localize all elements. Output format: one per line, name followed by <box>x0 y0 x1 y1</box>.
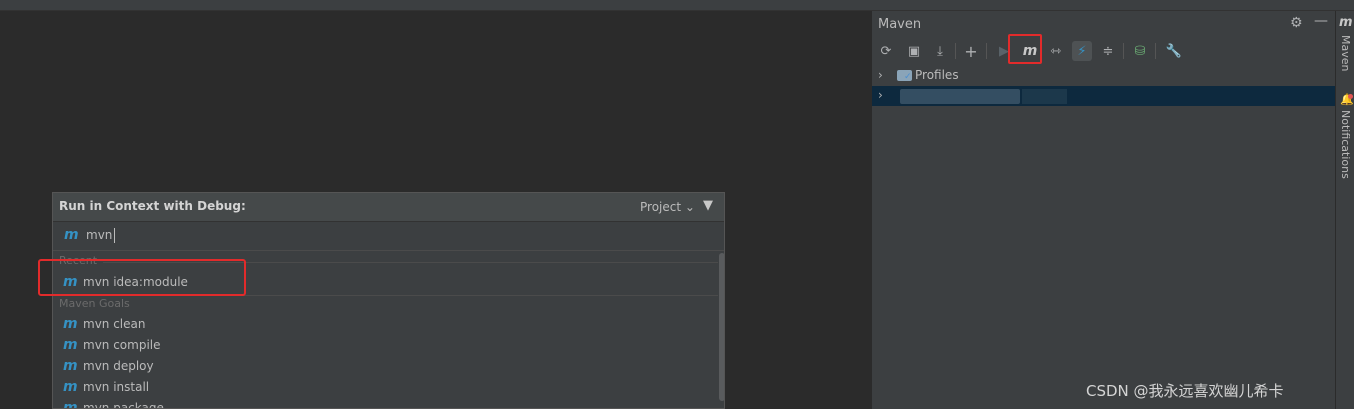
redacted-project-name <box>900 89 1020 104</box>
list-item[interactable]: m mvn deploy <box>53 356 718 377</box>
maven-icon: m <box>63 400 78 409</box>
recent-item-highlight <box>38 259 246 296</box>
toolbar-separator <box>955 43 956 59</box>
text-caret <box>114 228 115 243</box>
maven-stripe-icon[interactable]: m <box>1339 15 1353 30</box>
download-icon[interactable]: ⤓ <box>930 41 950 61</box>
collapse-all-icon[interactable]: ≑ <box>1098 41 1118 61</box>
toolbar-separator <box>1123 43 1124 59</box>
list-item-label: mvn install <box>83 380 150 394</box>
execute-goal-highlight <box>1008 34 1042 64</box>
settings-wrench-icon[interactable]: 🔧 <box>1164 41 1184 61</box>
command-input[interactable]: m mvn <box>53 222 724 251</box>
maven-icon: m <box>63 358 78 374</box>
section-maven-goals: Maven Goals <box>59 297 130 310</box>
toolbar-separator <box>986 43 987 59</box>
popup-header: Run in Context with Debug: Project ⌄ ▼ <box>53 193 724 222</box>
skip-tests-icon[interactable]: ⚡ <box>1072 41 1092 61</box>
list-item-label: mvn deploy <box>83 359 154 373</box>
top-toolbar <box>0 0 1354 11</box>
chevron-right-icon[interactable]: › <box>878 68 883 82</box>
maven-header: Maven ⚙ — <box>872 11 1336 37</box>
list-item[interactable]: m mvn clean <box>53 314 718 335</box>
watermark: CSDN @我永远喜欢幽儿希卡 <box>1086 382 1284 400</box>
gear-icon[interactable]: ⚙ <box>1290 15 1303 31</box>
redacted-project-name <box>1022 89 1067 104</box>
toolbar-separator <box>1155 43 1156 59</box>
maven-toolbar: ⟳ ▣ ⤓ + ▶ m ⇿ ⚡ ≑ ⛁ 🔧 <box>872 39 1336 65</box>
notifications-stripe-tab[interactable]: Notifications <box>1339 110 1352 179</box>
list-item-label: mvn compile <box>83 338 161 352</box>
filter-icon[interactable]: ▼ <box>703 198 713 213</box>
reload-icon[interactable]: ⟳ <box>876 41 896 61</box>
list-item-label: mvn package <box>83 401 164 409</box>
list-item[interactable]: m mvn package <box>53 398 718 409</box>
profiles-label: Profiles <box>915 68 959 82</box>
tree-row-project[interactable]: › <box>872 86 1336 106</box>
toggle-offline-icon[interactable]: ⇿ <box>1046 41 1066 61</box>
chevron-right-icon[interactable]: › <box>878 88 883 102</box>
maven-icon: m <box>63 337 78 353</box>
maven-stripe-tab[interactable]: Maven <box>1339 35 1352 71</box>
profiles-folder-icon: ✓ <box>897 70 912 82</box>
list-scrollbar[interactable] <box>718 251 724 408</box>
minimize-icon[interactable]: — <box>1314 13 1328 29</box>
tree-row-profiles[interactable]: › ✓ Profiles <box>872 66 1336 86</box>
scope-dropdown[interactable]: Project ⌄ <box>640 200 695 214</box>
maven-icon: m <box>64 227 79 243</box>
maven-icon: m <box>63 379 78 395</box>
maven-title: Maven <box>878 17 922 32</box>
right-tool-stripe: m Maven 🔔 Notifications <box>1335 11 1354 409</box>
show-dependencies-icon[interactable]: ⛁ <box>1130 41 1150 61</box>
scrollbar-thumb[interactable] <box>719 253 724 401</box>
notification-dot <box>1348 94 1353 99</box>
list-item[interactable]: m mvn compile <box>53 335 718 356</box>
add-sources-icon[interactable]: ▣ <box>904 41 924 61</box>
list-item[interactable]: m mvn install <box>53 377 718 398</box>
maven-tool-window: Maven ⚙ — ⟳ ▣ ⤓ + ▶ m ⇿ ⚡ ≑ ⛁ 🔧 › ✓ Prof… <box>871 11 1336 409</box>
run-anything-popup: Run in Context with Debug: Project ⌄ ▼ m… <box>52 192 725 409</box>
maven-icon: m <box>63 316 78 332</box>
popup-title: Run in Context with Debug: <box>59 199 246 213</box>
add-project-icon[interactable]: + <box>961 41 981 61</box>
command-input-value[interactable]: mvn <box>86 228 112 242</box>
list-item-label: mvn clean <box>83 317 146 331</box>
